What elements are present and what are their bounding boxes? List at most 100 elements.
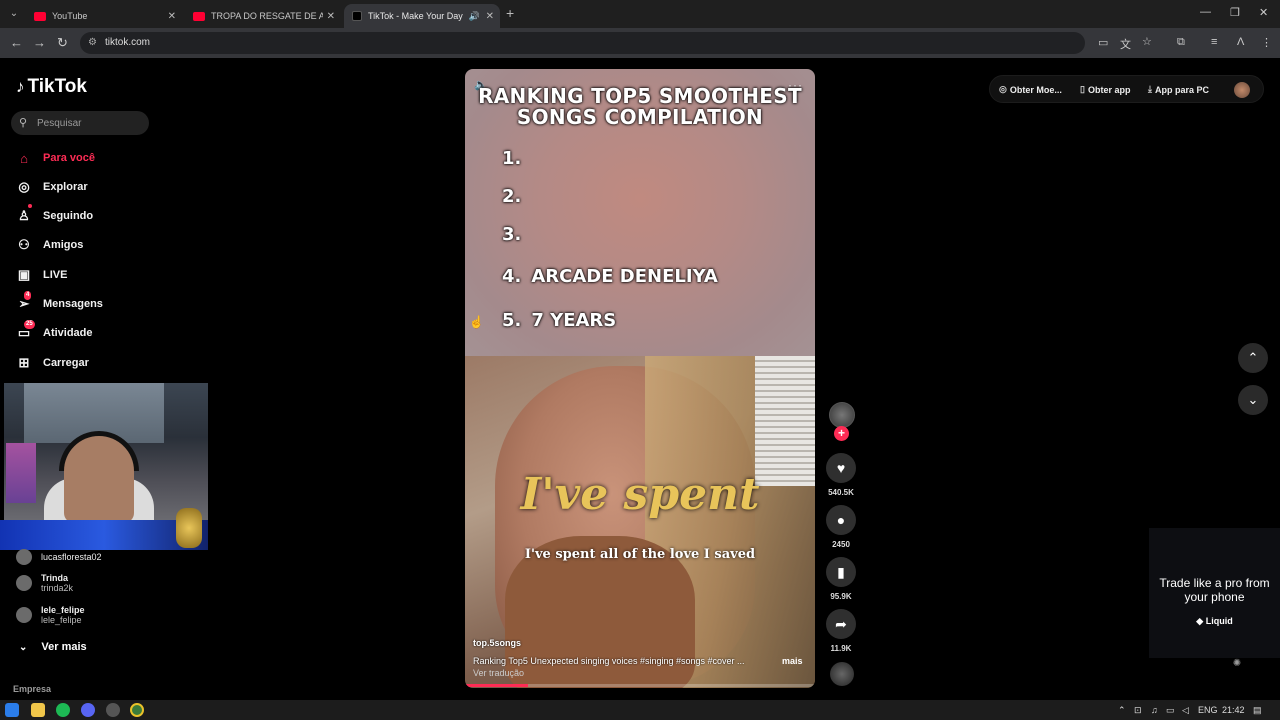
footer-link[interactable]: Empresa	[13, 684, 51, 694]
comment-icon: ●	[836, 512, 846, 528]
get-app-button[interactable]: ▯ Obter app	[1080, 84, 1130, 95]
like-button[interactable]: ♥	[826, 453, 856, 483]
reload-icon[interactable]: ↻	[57, 35, 68, 51]
install-icon[interactable]: ▭	[1098, 36, 1108, 49]
notification-dot	[28, 204, 32, 208]
tab-search-icon[interactable]: ⌄	[6, 6, 22, 22]
rank-number: 3.	[502, 224, 522, 245]
share-button[interactable]: ➦	[826, 609, 856, 639]
rank-number: 1.	[502, 148, 522, 169]
tiktok-icon	[352, 11, 362, 21]
see-more-button[interactable]: ⌄ Ver mais	[19, 641, 87, 653]
rank-item: 1.	[502, 148, 531, 169]
back-icon[interactable]: ←	[10, 35, 23, 50]
translate-icon[interactable]: 文	[1120, 36, 1131, 52]
tiktok-logo[interactable]: ♪ TikTok	[16, 76, 87, 98]
get-coins-label: Obter Moe...	[1009, 84, 1062, 95]
media-control-icon[interactable]: ≡	[1211, 36, 1217, 48]
sidebar-item-atividade[interactable]: ▭ 25 Atividade	[16, 320, 93, 345]
tab-tropa[interactable]: TROPA DO RESGATE DE ARARU ✕	[185, 4, 341, 28]
tab-title: YouTube	[52, 11, 88, 21]
close-tab-icon[interactable]: ✕	[327, 11, 335, 22]
sidebar-item-seguindo[interactable]: ♙ Seguindo	[16, 204, 93, 228]
following-icon: ♙	[16, 204, 32, 224]
close-tab-icon[interactable]: ✕	[486, 11, 494, 22]
activity-badge: 25	[24, 320, 35, 329]
translate-link[interactable]: Ver tradução	[473, 668, 524, 678]
more-description-button[interactable]: mais	[782, 656, 803, 666]
file-explorer-icon[interactable]	[31, 703, 45, 717]
friends-icon: ⚇	[18, 237, 30, 252]
sidebar-item-explorar[interactable]: ◎ Explorar	[16, 175, 87, 199]
next-video-button[interactable]: ⌄	[1238, 385, 1268, 415]
sidebar-item-label: Para você	[43, 152, 95, 164]
sidebar-item-label: Amigos	[43, 239, 84, 251]
new-tab-button[interactable]: +	[506, 5, 514, 21]
tab-youtube[interactable]: YouTube ✕	[26, 4, 182, 28]
rank-item: 2.	[502, 186, 531, 207]
profile-icon[interactable]: Ʌ	[1237, 36, 1244, 48]
comment-button[interactable]: ●	[826, 505, 856, 535]
activity-icon: ▭ 25	[17, 320, 35, 340]
following-item[interactable]: Trinda trinda2k	[16, 573, 73, 593]
save-button[interactable]: ▮	[826, 557, 856, 587]
pc-app-button[interactable]: ⤓ App para PC	[1148, 84, 1209, 95]
music-disc-icon[interactable]	[830, 662, 854, 686]
get-coins-button[interactable]: ◎ Obter Moe...	[999, 84, 1062, 95]
save-count: 95.9K	[830, 592, 852, 601]
language-indicator[interactable]: ENG	[1198, 705, 1218, 715]
sidebar-item-para-voce[interactable]: ⌂ Para você	[16, 146, 95, 170]
sidebar-item-carregar[interactable]: ⊞ Carregar	[16, 351, 89, 375]
search-box[interactable]: ⚲	[11, 111, 149, 135]
sidebar-item-mensagens[interactable]: ➢ 4 Mensagens	[16, 291, 103, 316]
address-bar[interactable]: ⚙ tiktok.com ▭ 文 ☆	[80, 32, 1152, 54]
bookmark-icon: ▮	[837, 564, 845, 580]
browser-toolbar: ← → ↻ ⚙ tiktok.com ▭ 文 ☆ ⧉ ≡ Ʌ ⋮	[0, 28, 1280, 58]
forward-icon[interactable]: →	[33, 35, 46, 50]
tray-app-icon[interactable]: ⊡	[1134, 705, 1142, 716]
obs-icon[interactable]	[106, 703, 120, 717]
user-avatar[interactable]	[1234, 82, 1250, 98]
minimize-icon[interactable]: —	[1200, 6, 1211, 18]
get-app-label: Obter app	[1087, 84, 1131, 95]
video-author[interactable]: top.5songs	[473, 638, 521, 648]
video-progress-bar[interactable]	[465, 684, 815, 687]
microphone-icon[interactable]: ♫	[1151, 705, 1158, 715]
search-icon: ⚲	[19, 117, 28, 129]
volume-tray-icon[interactable]: ◁	[1182, 705, 1189, 716]
mouse-cursor-icon: ☝	[469, 315, 484, 329]
follow-plus-icon[interactable]: +	[834, 426, 849, 441]
tab-tiktok[interactable]: TikTok - Make Your Day 🔊 ✕	[344, 4, 500, 28]
close-tab-icon[interactable]: ✕	[168, 11, 176, 22]
extensions-icon[interactable]: ⧉	[1177, 36, 1185, 49]
advertisement[interactable]: Trade like a pro from your phone ◆ Liqui…	[1149, 528, 1280, 658]
close-window-icon[interactable]: ✕	[1259, 6, 1268, 19]
sidebar-item-amigos[interactable]: ⚇ Amigos	[16, 233, 83, 257]
lyric-caption-large: I've spent	[520, 469, 760, 520]
menu-icon[interactable]: ⋮	[1261, 36, 1272, 49]
site-info-icon[interactable]: ⚙	[88, 37, 97, 48]
bookmark-star-icon[interactable]: ☆	[1142, 35, 1152, 48]
tray-chevron-icon[interactable]: ⌃	[1118, 705, 1126, 716]
start-icon[interactable]	[5, 703, 19, 717]
webcam-overlay	[4, 383, 208, 520]
creator-avatar[interactable]	[829, 402, 855, 428]
search-input[interactable]	[37, 115, 142, 131]
video-player[interactable]: 🔈 ··· RANKING TOP5 SMOOTHEST SONGS COMPI…	[465, 69, 815, 688]
live-icon: ▣	[17, 267, 31, 282]
chevron-up-icon: ⌃	[1247, 350, 1259, 365]
tab-audio-icon[interactable]: 🔊	[469, 11, 480, 22]
discord-icon[interactable]	[81, 703, 95, 717]
chrome-icon[interactable]	[130, 703, 144, 717]
following-item[interactable]: lele_felipe lele_felipe	[16, 605, 85, 625]
previous-video-button[interactable]: ⌃	[1238, 343, 1268, 373]
video-progress-fill	[465, 684, 528, 687]
spotify-icon[interactable]	[56, 703, 70, 717]
following-item[interactable]: lucasfloresta02	[16, 549, 102, 565]
sidebar-item-live[interactable]: ▣ LIVE	[16, 263, 68, 287]
clock[interactable]: 21:42	[1222, 705, 1245, 715]
restore-icon[interactable]: ❐	[1230, 6, 1240, 19]
coin-icon: ◎	[999, 84, 1007, 94]
network-icon[interactable]: ▭	[1166, 705, 1175, 716]
notifications-icon[interactable]: ▤	[1253, 705, 1262, 716]
